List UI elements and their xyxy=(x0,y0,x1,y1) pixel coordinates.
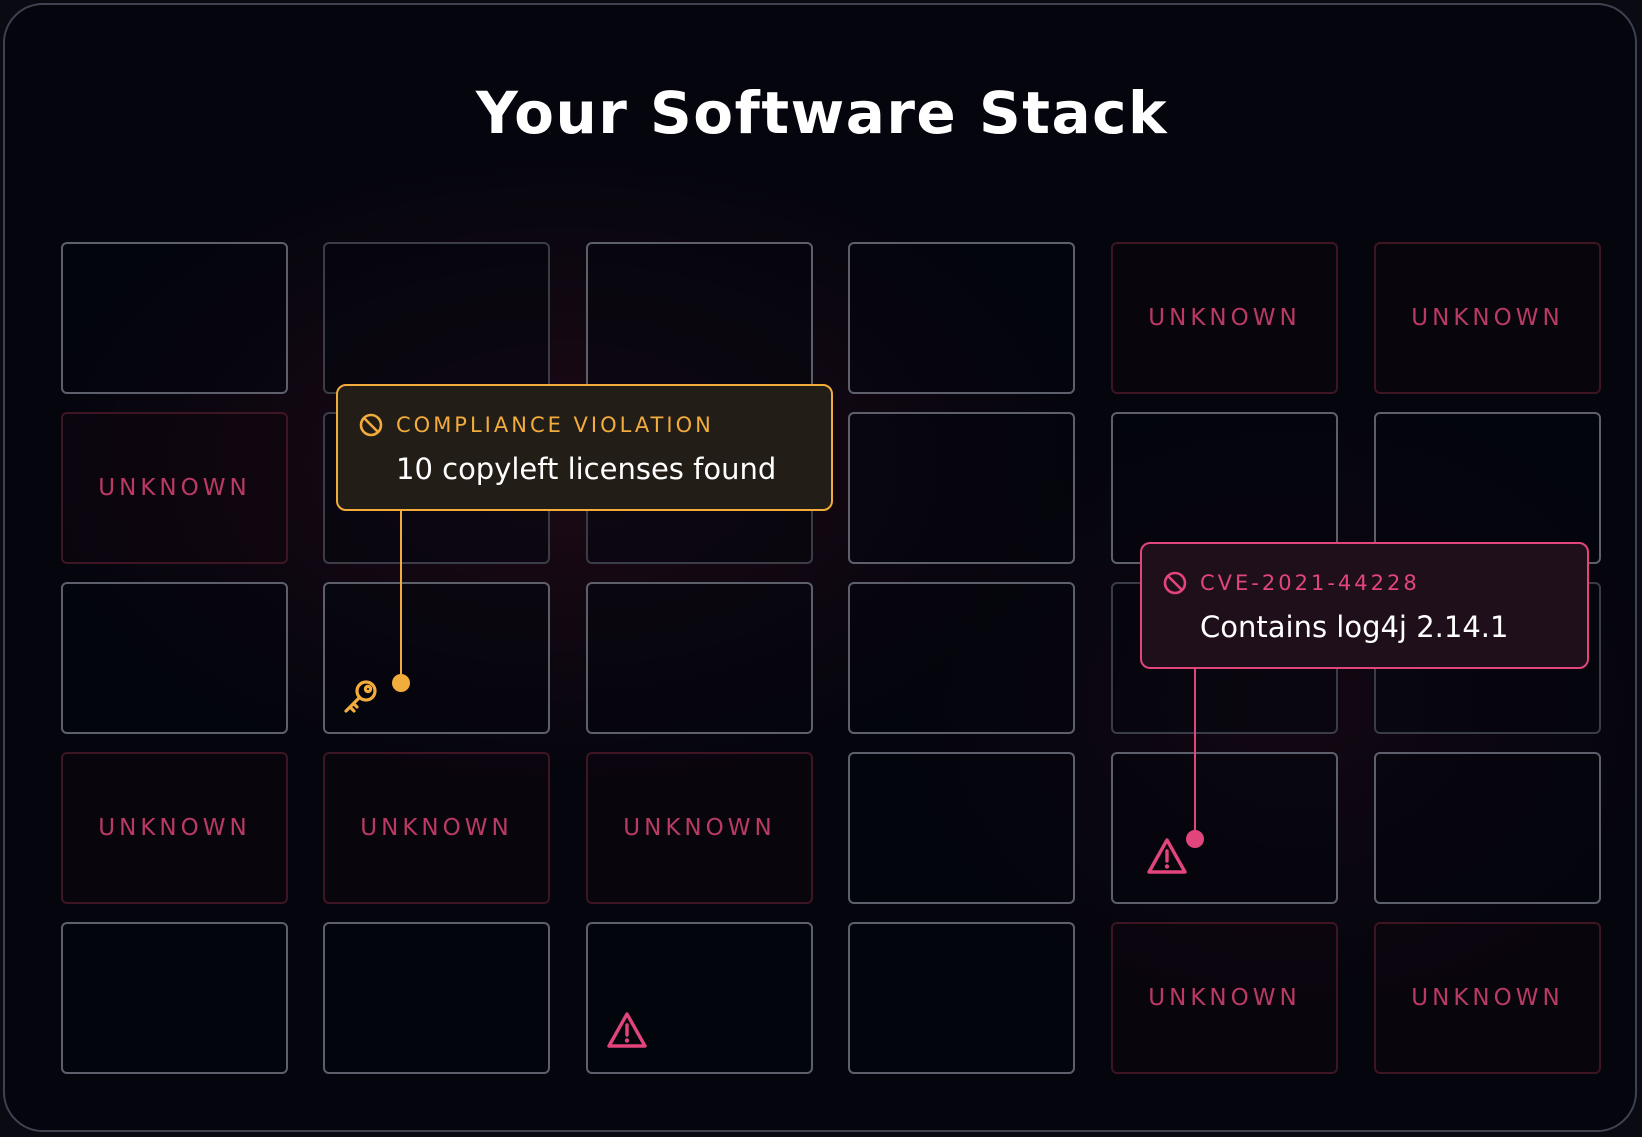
tile-label: UNKNOWN xyxy=(1148,985,1301,1011)
callout-header: COMPLIANCE VIOLATION xyxy=(358,412,714,438)
callout-message: 10 copyleft licenses found xyxy=(396,452,777,486)
callout-tag: COMPLIANCE VIOLATION xyxy=(396,413,714,437)
tile-label: UNKNOWN xyxy=(623,815,776,841)
component-tile[interactable] xyxy=(848,752,1075,904)
compliance-violation-callout[interactable]: COMPLIANCE VIOLATION 10 copyleft license… xyxy=(336,384,833,511)
cve-callout[interactable]: CVE-2021-44228 Contains log4j 2.14.1 xyxy=(1140,542,1589,669)
compliance-connector-dot[interactable] xyxy=(392,674,410,692)
stack-panel: Your Software Stack UNKNOWN UNKNOWN UNKNOW… xyxy=(3,3,1637,1132)
tile-label: UNKNOWN xyxy=(98,815,251,841)
component-tile[interactable] xyxy=(848,922,1075,1074)
component-tile[interactable] xyxy=(848,412,1075,564)
tile-label: UNKNOWN xyxy=(1411,985,1564,1011)
key-icon[interactable] xyxy=(339,675,383,719)
callout-message: Contains log4j 2.14.1 xyxy=(1200,610,1509,644)
callout-tag: CVE-2021-44228 xyxy=(1200,571,1420,595)
component-tile[interactable]: UNKNOWN xyxy=(1374,922,1601,1074)
warning-icon[interactable] xyxy=(1145,836,1189,876)
component-tile[interactable] xyxy=(586,922,813,1074)
component-tile[interactable]: UNKNOWN xyxy=(1111,922,1338,1074)
component-tile[interactable] xyxy=(323,242,550,394)
component-tile[interactable] xyxy=(61,582,288,734)
component-tile[interactable] xyxy=(586,582,813,734)
tile-label: UNKNOWN xyxy=(360,815,513,841)
component-tile[interactable]: UNKNOWN xyxy=(61,412,288,564)
tile-label: UNKNOWN xyxy=(98,475,251,501)
compliance-connector-line xyxy=(400,511,402,683)
component-tile[interactable]: UNKNOWN xyxy=(323,752,550,904)
component-tile[interactable] xyxy=(1111,752,1338,904)
callout-header: CVE-2021-44228 xyxy=(1162,570,1420,596)
tile-label: UNKNOWN xyxy=(1148,305,1301,331)
component-tile[interactable]: UNKNOWN xyxy=(1111,242,1338,394)
component-tile[interactable] xyxy=(61,922,288,1074)
component-tile[interactable] xyxy=(586,242,813,394)
ban-icon xyxy=(1163,571,1187,595)
ban-icon xyxy=(359,413,383,437)
component-tile[interactable] xyxy=(323,922,550,1074)
component-tile[interactable]: UNKNOWN xyxy=(1374,242,1601,394)
component-tile[interactable] xyxy=(848,242,1075,394)
component-tile[interactable] xyxy=(61,242,288,394)
warning-icon[interactable] xyxy=(605,1010,649,1050)
component-tile[interactable]: UNKNOWN xyxy=(61,752,288,904)
tile-label: UNKNOWN xyxy=(1411,305,1564,331)
component-tile[interactable] xyxy=(848,582,1075,734)
cve-connector-line xyxy=(1194,669,1196,839)
component-tile[interactable]: UNKNOWN xyxy=(586,752,813,904)
page-title: Your Software Stack xyxy=(475,79,1169,147)
component-tile[interactable] xyxy=(1374,752,1601,904)
